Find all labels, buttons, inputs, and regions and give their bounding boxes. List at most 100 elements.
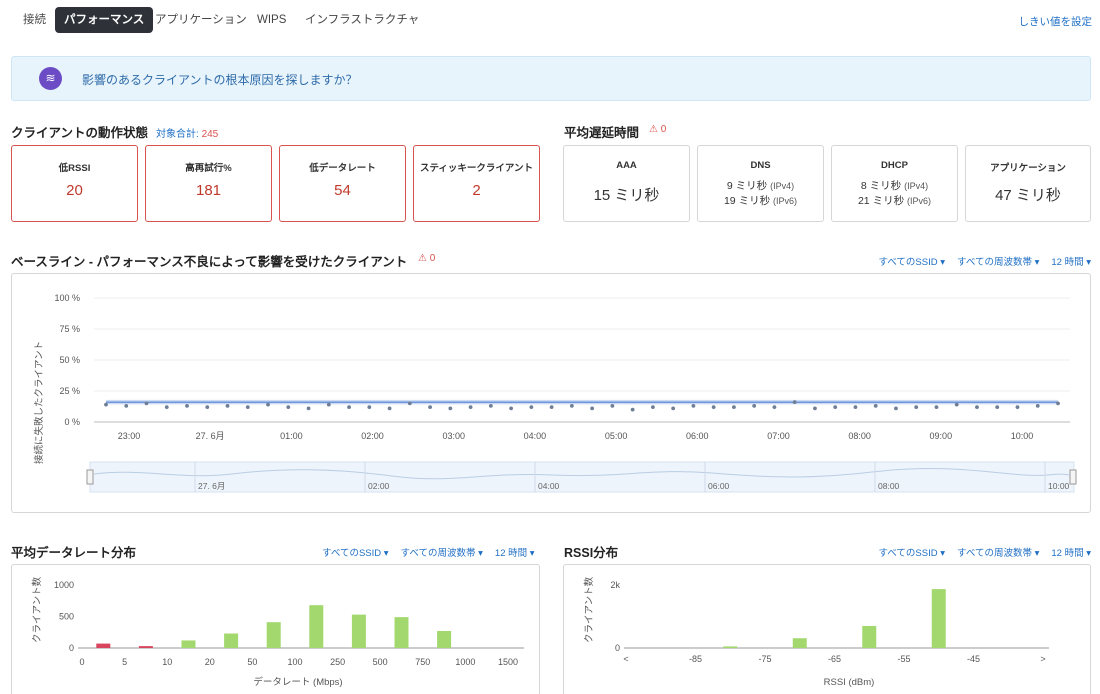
baseline-data-point (752, 403, 757, 408)
root-cause-banner[interactable]: ≋ 影響のあるクライアントの根本原因を探しますか？ (11, 56, 1091, 101)
baseline-warning: ⚠ 0 (418, 253, 435, 264)
datarate-bar[interactable] (96, 643, 111, 648)
navigator-tick-label: 04:00 (538, 481, 560, 491)
root-cause-icon: ≋ (39, 67, 62, 90)
baseline-data-point (144, 401, 149, 406)
datarate-bar[interactable] (181, 640, 196, 648)
baseline-data-point (590, 406, 595, 411)
baseline-title: ベースライン - パフォーマンス不良によって影響を受けたクライアント (11, 255, 408, 269)
baseline-y-tick: 50 % (59, 355, 80, 365)
baseline-x-tick: 07:00 (767, 431, 790, 441)
low-rssi-card[interactable]: 低RSSI 20 (11, 145, 138, 222)
sticky-client-card[interactable]: スティッキークライアント 2 (413, 145, 540, 222)
app-latency-value: 47 ミリ秒 (995, 187, 1061, 204)
baseline-y-tick: 75 % (59, 324, 80, 334)
rssi-chart-panel: 2k 0 クライアント数 < -85 -75 -65 -55 -45 > RSSI (dBm) (563, 564, 1091, 694)
rssi-bar[interactable] (792, 638, 807, 648)
datarate-x-tick: 100 (287, 657, 302, 667)
baseline-data-point (792, 400, 797, 405)
tab-infrastructure[interactable]: インフラストラクチャ (296, 7, 428, 33)
rssi-y-tick: 0 (615, 643, 620, 653)
baseline-warning-count: 0 (429, 253, 436, 264)
datarate-time-dropdown[interactable]: 12 時間 ▾ (495, 548, 535, 559)
tab-connection[interactable]: 接続 (14, 7, 55, 33)
baseline-y-tick: 100 % (54, 293, 80, 303)
rssi-bar[interactable] (931, 589, 946, 648)
datarate-bar[interactable] (224, 633, 239, 648)
datarate-x-tick: 250 (330, 657, 345, 667)
datarate-bar[interactable] (351, 614, 366, 648)
client-total: 対象合計: 245 (156, 125, 218, 140)
navigator-right-handle[interactable] (1069, 469, 1077, 485)
dhcp-label: DHCP (881, 160, 908, 171)
baseline-data-point (245, 405, 250, 410)
tab-performance[interactable]: パフォーマンス (55, 7, 154, 33)
time-navigator[interactable] (89, 461, 1075, 493)
dhcp-ipv6-unit: (IPv6) (907, 196, 932, 206)
baseline-data-point (529, 405, 534, 410)
rssi-time-dropdown[interactable]: 12 時間 ▾ (1051, 548, 1091, 559)
latency-warning-count: 0 (660, 124, 667, 135)
dns-ipv6-value: 19 ミリ秒 (723, 195, 771, 207)
aaa-latency-card[interactable]: AAA 15 ミリ秒 (563, 145, 690, 222)
navigator-tick-label: 06:00 (708, 481, 730, 491)
rssi-band-dropdown[interactable]: すべての周波数帯 ▾ (957, 548, 1039, 559)
dns-label: DNS (750, 160, 771, 171)
baseline-filters: すべてのSSID ▾ すべての周波数帯 ▾ 12 時間 ▾ (866, 254, 1091, 268)
datarate-bar[interactable] (138, 646, 153, 648)
baseline-y-tick: 0 % (64, 417, 80, 427)
client-total-label: 対象合計: (156, 129, 199, 140)
dns-latency-card[interactable]: DNS 9 ミリ秒 (IPv4) 19 ミリ秒 (IPv6) (697, 145, 824, 222)
datarate-filters: すべてのSSID ▾ すべての周波数帯 ▾ 12 時間 ▾ (310, 545, 535, 559)
datarate-y-tick: 1000 (54, 580, 74, 590)
client-status-title: クライアントの動作状態 (11, 126, 149, 140)
navigator-tick-label: 27. 6月 (198, 481, 225, 491)
rssi-ssid-dropdown[interactable]: すべてのSSID ▾ (878, 548, 945, 559)
aaa-label: AAA (616, 160, 637, 171)
baseline-data-point (367, 405, 372, 410)
baseline-data-point (1056, 401, 1060, 406)
baseline-x-tick: 01:00 (280, 431, 303, 441)
app-latency-card[interactable]: アプリケーション 47 ミリ秒 (965, 145, 1091, 222)
baseline-data-point (104, 402, 108, 407)
ssid-dropdown[interactable]: すべてのSSID ▾ (878, 257, 945, 268)
band-dropdown[interactable]: すべての周波数帯 ▾ (957, 257, 1039, 268)
dhcp-latency-card[interactable]: DHCP 8 ミリ秒 (IPv4) 21 ミリ秒 (IPv6) (831, 145, 958, 222)
baseline-y-axis-label: 接続に失敗したクライアント (33, 341, 45, 464)
baseline-data-point (428, 405, 432, 410)
dns-ipv4-unit: (IPv4) (770, 181, 795, 191)
dhcp-ipv4: 8 ミリ秒 (IPv4) (832, 178, 957, 193)
baseline-data-point (732, 405, 736, 410)
rssi-x-tick: -85 (689, 654, 702, 664)
dhcp-ipv6-value: 21 ミリ秒 (857, 195, 905, 207)
datarate-chart-panel: 1000 500 0 クライアント数 0 5 10 20 50 100 250 500 750 100… (11, 564, 540, 694)
tab-application[interactable]: アプリケーション (146, 7, 256, 33)
datarate-y-tick: 500 (59, 612, 74, 622)
datarate-x-tick: 750 (415, 657, 430, 667)
datarate-bar[interactable] (437, 630, 452, 648)
rssi-bar[interactable] (723, 646, 738, 648)
high-retry-card[interactable]: 高再試行% 181 (145, 145, 272, 222)
baseline-data-point (448, 406, 453, 411)
warning-triangle-icon: ⚠ (418, 253, 427, 264)
time-range-dropdown[interactable]: 12 時間 ▾ (1051, 257, 1091, 268)
baseline-x-tick: 02:00 (361, 431, 384, 441)
datarate-ssid-dropdown[interactable]: すべてのSSID ▾ (322, 548, 389, 559)
baseline-y-tick: 25 % (59, 386, 80, 396)
latency-title: 平均遅延時間 (564, 126, 640, 140)
navigator-tick-label: 08:00 (878, 481, 900, 491)
tab-wips[interactable]: WIPS (248, 7, 295, 33)
rssi-bar[interactable] (862, 625, 877, 648)
low-datarate-card[interactable]: 低データレート 54 (279, 145, 406, 222)
low-rssi-value: 20 (66, 182, 83, 199)
set-threshold-link[interactable]: しきい値を設定 (1019, 14, 1093, 29)
datarate-bar[interactable] (394, 617, 409, 648)
navigator-left-handle[interactable] (86, 469, 94, 485)
high-retry-label: 高再試行% (185, 163, 232, 174)
datarate-bar[interactable] (266, 622, 281, 648)
baseline-x-tick: 03:00 (442, 431, 465, 441)
datarate-band-dropdown[interactable]: すべての周波数帯 ▾ (401, 548, 483, 559)
datarate-bar[interactable] (309, 605, 324, 648)
baseline-data-point (124, 403, 129, 408)
baseline-data-point (1015, 405, 1020, 410)
